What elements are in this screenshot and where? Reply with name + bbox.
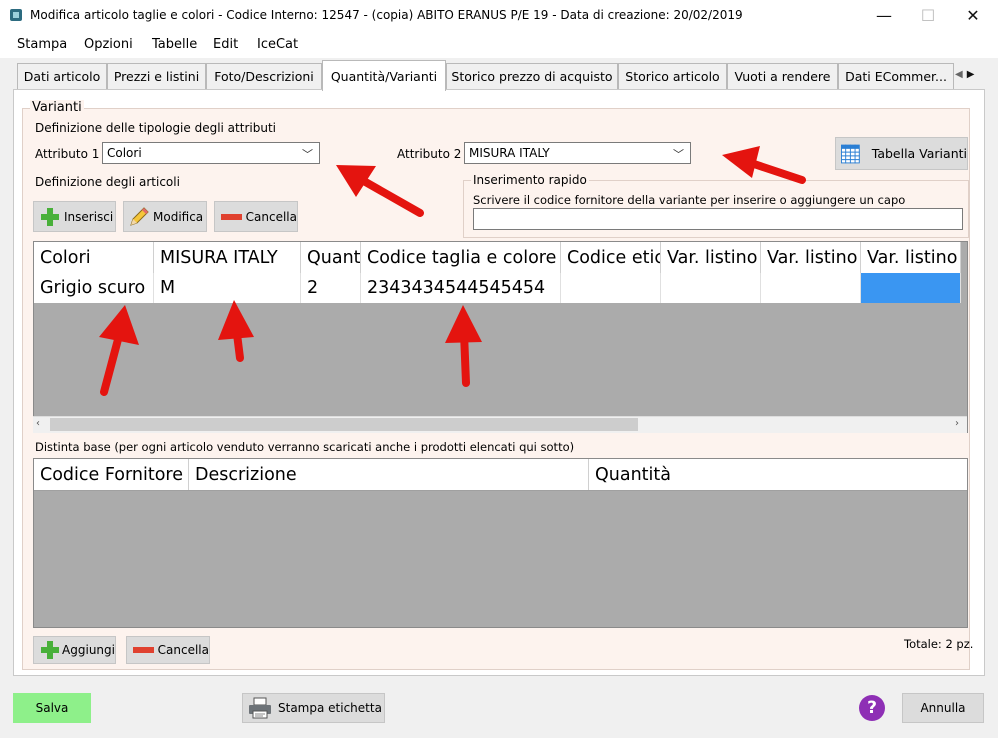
tab-vuoti-a-rendere[interactable]: Vuoti a rendere xyxy=(727,63,838,89)
cancella-distinta-label: Cancella xyxy=(157,643,209,657)
totale-label: Totale: 2 pz. xyxy=(904,637,974,651)
cancella-button[interactable]: Cancella xyxy=(214,201,298,232)
column-header[interactable]: Codice Fornitore xyxy=(34,459,189,490)
attribute1-value: Colori xyxy=(107,146,142,160)
table-cell[interactable]: Grigio scuro xyxy=(34,273,154,303)
tab-quantita-varianti[interactable]: Quantità/Varianti xyxy=(322,60,446,91)
tabella-varianti-label: Tabella Varianti xyxy=(871,146,967,161)
aggiungi-button[interactable]: Aggiungi xyxy=(33,636,116,664)
inserimento-rapido-hint: Scrivere il codice fornitore della varia… xyxy=(473,193,906,207)
minus-icon xyxy=(133,647,154,653)
pencil-icon xyxy=(130,206,149,226)
tab-scroll-arrows[interactable]: ◀ ▶ xyxy=(955,64,981,84)
table-cell[interactable] xyxy=(661,273,761,303)
table-cell[interactable]: 2343434544545454 xyxy=(361,273,561,303)
attribute2-value: MISURA ITALY xyxy=(469,146,550,160)
column-header[interactable]: Quantità xyxy=(589,459,967,490)
column-header[interactable]: MISURA ITALY xyxy=(154,242,301,273)
menu-tabelle[interactable]: Tabelle xyxy=(152,37,197,52)
variants-header-row: Colori MISURA ITALY Quant Codice taglia … xyxy=(34,242,961,274)
distinta-header-row: Codice Fornitore Descrizione Quantità xyxy=(34,459,967,491)
scroll-left-icon[interactable]: ‹ xyxy=(36,418,40,429)
chevron-down-icon[interactable]: ﹀ xyxy=(302,146,313,162)
plus-icon xyxy=(40,640,60,660)
tab-storico-articolo[interactable]: Storico articolo xyxy=(618,63,727,89)
plus-icon xyxy=(40,207,60,227)
def-tipologie-label: Definizione delle tipologie degli attrib… xyxy=(35,121,276,135)
tab-dati-articolo[interactable]: Dati articolo xyxy=(17,63,107,89)
menu-bar xyxy=(0,31,998,58)
distinta-grid[interactable]: Codice Fornitore Descrizione Quantità xyxy=(33,458,968,628)
close-button[interactable]: ✕ xyxy=(950,0,996,31)
tab-dati-ecommerce[interactable]: Dati ECommer... xyxy=(838,63,954,89)
column-header[interactable]: Var. listino xyxy=(861,242,961,273)
window-title: Modifica articolo taglie e colori - Codi… xyxy=(30,8,743,22)
chevron-left-icon[interactable]: ◀ xyxy=(955,69,963,80)
cancella-label: Cancella xyxy=(245,209,297,224)
table-cell[interactable] xyxy=(561,273,661,303)
column-header[interactable]: Descrizione xyxy=(189,459,589,490)
tab-foto-descrizioni[interactable]: Foto/Descrizioni xyxy=(206,63,322,89)
attribute1-label: Attributo 1 xyxy=(35,147,100,161)
attribute2-label: Attributo 2 xyxy=(397,147,462,161)
inserisci-button[interactable]: Inserisci xyxy=(33,201,116,232)
table-cell[interactable]: M xyxy=(154,273,301,303)
help-icon[interactable]: ? xyxy=(859,695,885,721)
tabella-varianti-button[interactable]: Tabella Varianti xyxy=(835,137,968,170)
column-header[interactable]: Codice etic xyxy=(561,242,661,273)
salva-button[interactable]: Salva xyxy=(13,693,91,723)
table-cell[interactable] xyxy=(761,273,861,303)
annulla-button[interactable]: Annulla xyxy=(902,693,984,723)
column-header[interactable]: Colori xyxy=(34,242,154,273)
minimize-button[interactable]: — xyxy=(861,0,907,31)
app-icon xyxy=(10,9,22,21)
inserisci-label: Inserisci xyxy=(64,209,114,224)
modifica-button[interactable]: Modifica xyxy=(123,201,207,232)
modifica-label: Modifica xyxy=(153,209,204,224)
distinta-base-label: Distinta base (per ogni articolo venduto… xyxy=(35,440,575,454)
variants-grid[interactable]: Colori MISURA ITALY Quant Codice taglia … xyxy=(33,241,968,433)
column-header[interactable]: Var. listino xyxy=(661,242,761,273)
stampa-etichetta-label: Stampa etichetta xyxy=(278,701,382,715)
def-articoli-label: Definizione degli articoli xyxy=(35,175,180,189)
attribute1-select[interactable]: Colori ﹀ xyxy=(102,142,320,164)
table-icon xyxy=(841,144,860,163)
cancella-distinta-button[interactable]: Cancella xyxy=(126,636,210,664)
menu-edit[interactable]: Edit xyxy=(213,37,238,52)
menu-stampa[interactable]: Stampa xyxy=(17,37,67,52)
aggiungi-label: Aggiungi xyxy=(62,643,115,657)
tab-storico-prezzo-acquisto[interactable]: Storico prezzo di acquisto xyxy=(446,63,618,89)
stampa-etichetta-button[interactable]: Stampa etichetta xyxy=(242,693,385,723)
column-header[interactable]: Var. listino xyxy=(761,242,861,273)
attribute2-select[interactable]: MISURA ITALY ﹀ xyxy=(464,142,691,164)
chevron-down-icon[interactable]: ﹀ xyxy=(673,146,684,162)
scroll-right-icon[interactable]: › xyxy=(955,418,959,429)
table-cell[interactable]: 2 xyxy=(301,273,361,303)
tab-prezzi-listini[interactable]: Prezzi e listini xyxy=(107,63,206,89)
column-header[interactable]: Quant xyxy=(301,242,361,273)
varianti-title: Varianti xyxy=(30,100,84,115)
printer-icon xyxy=(249,697,271,719)
inserimento-rapido-title: Inserimento rapido xyxy=(471,173,589,187)
selected-table-cell[interactable] xyxy=(861,273,961,303)
quick-insert-input[interactable] xyxy=(473,208,963,230)
column-header[interactable]: Codice taglia e colore f xyxy=(361,242,561,273)
chevron-right-icon[interactable]: ▶ xyxy=(967,69,975,80)
table-row[interactable]: Grigio scuro M 2 2343434544545454 xyxy=(34,273,961,303)
menu-opzioni[interactable]: Opzioni xyxy=(84,37,133,52)
scrollbar-thumb[interactable] xyxy=(50,418,638,431)
maximize-button[interactable]: ☐ xyxy=(905,0,951,31)
menu-icecat[interactable]: IceCat xyxy=(257,37,298,52)
minus-icon xyxy=(221,213,242,220)
